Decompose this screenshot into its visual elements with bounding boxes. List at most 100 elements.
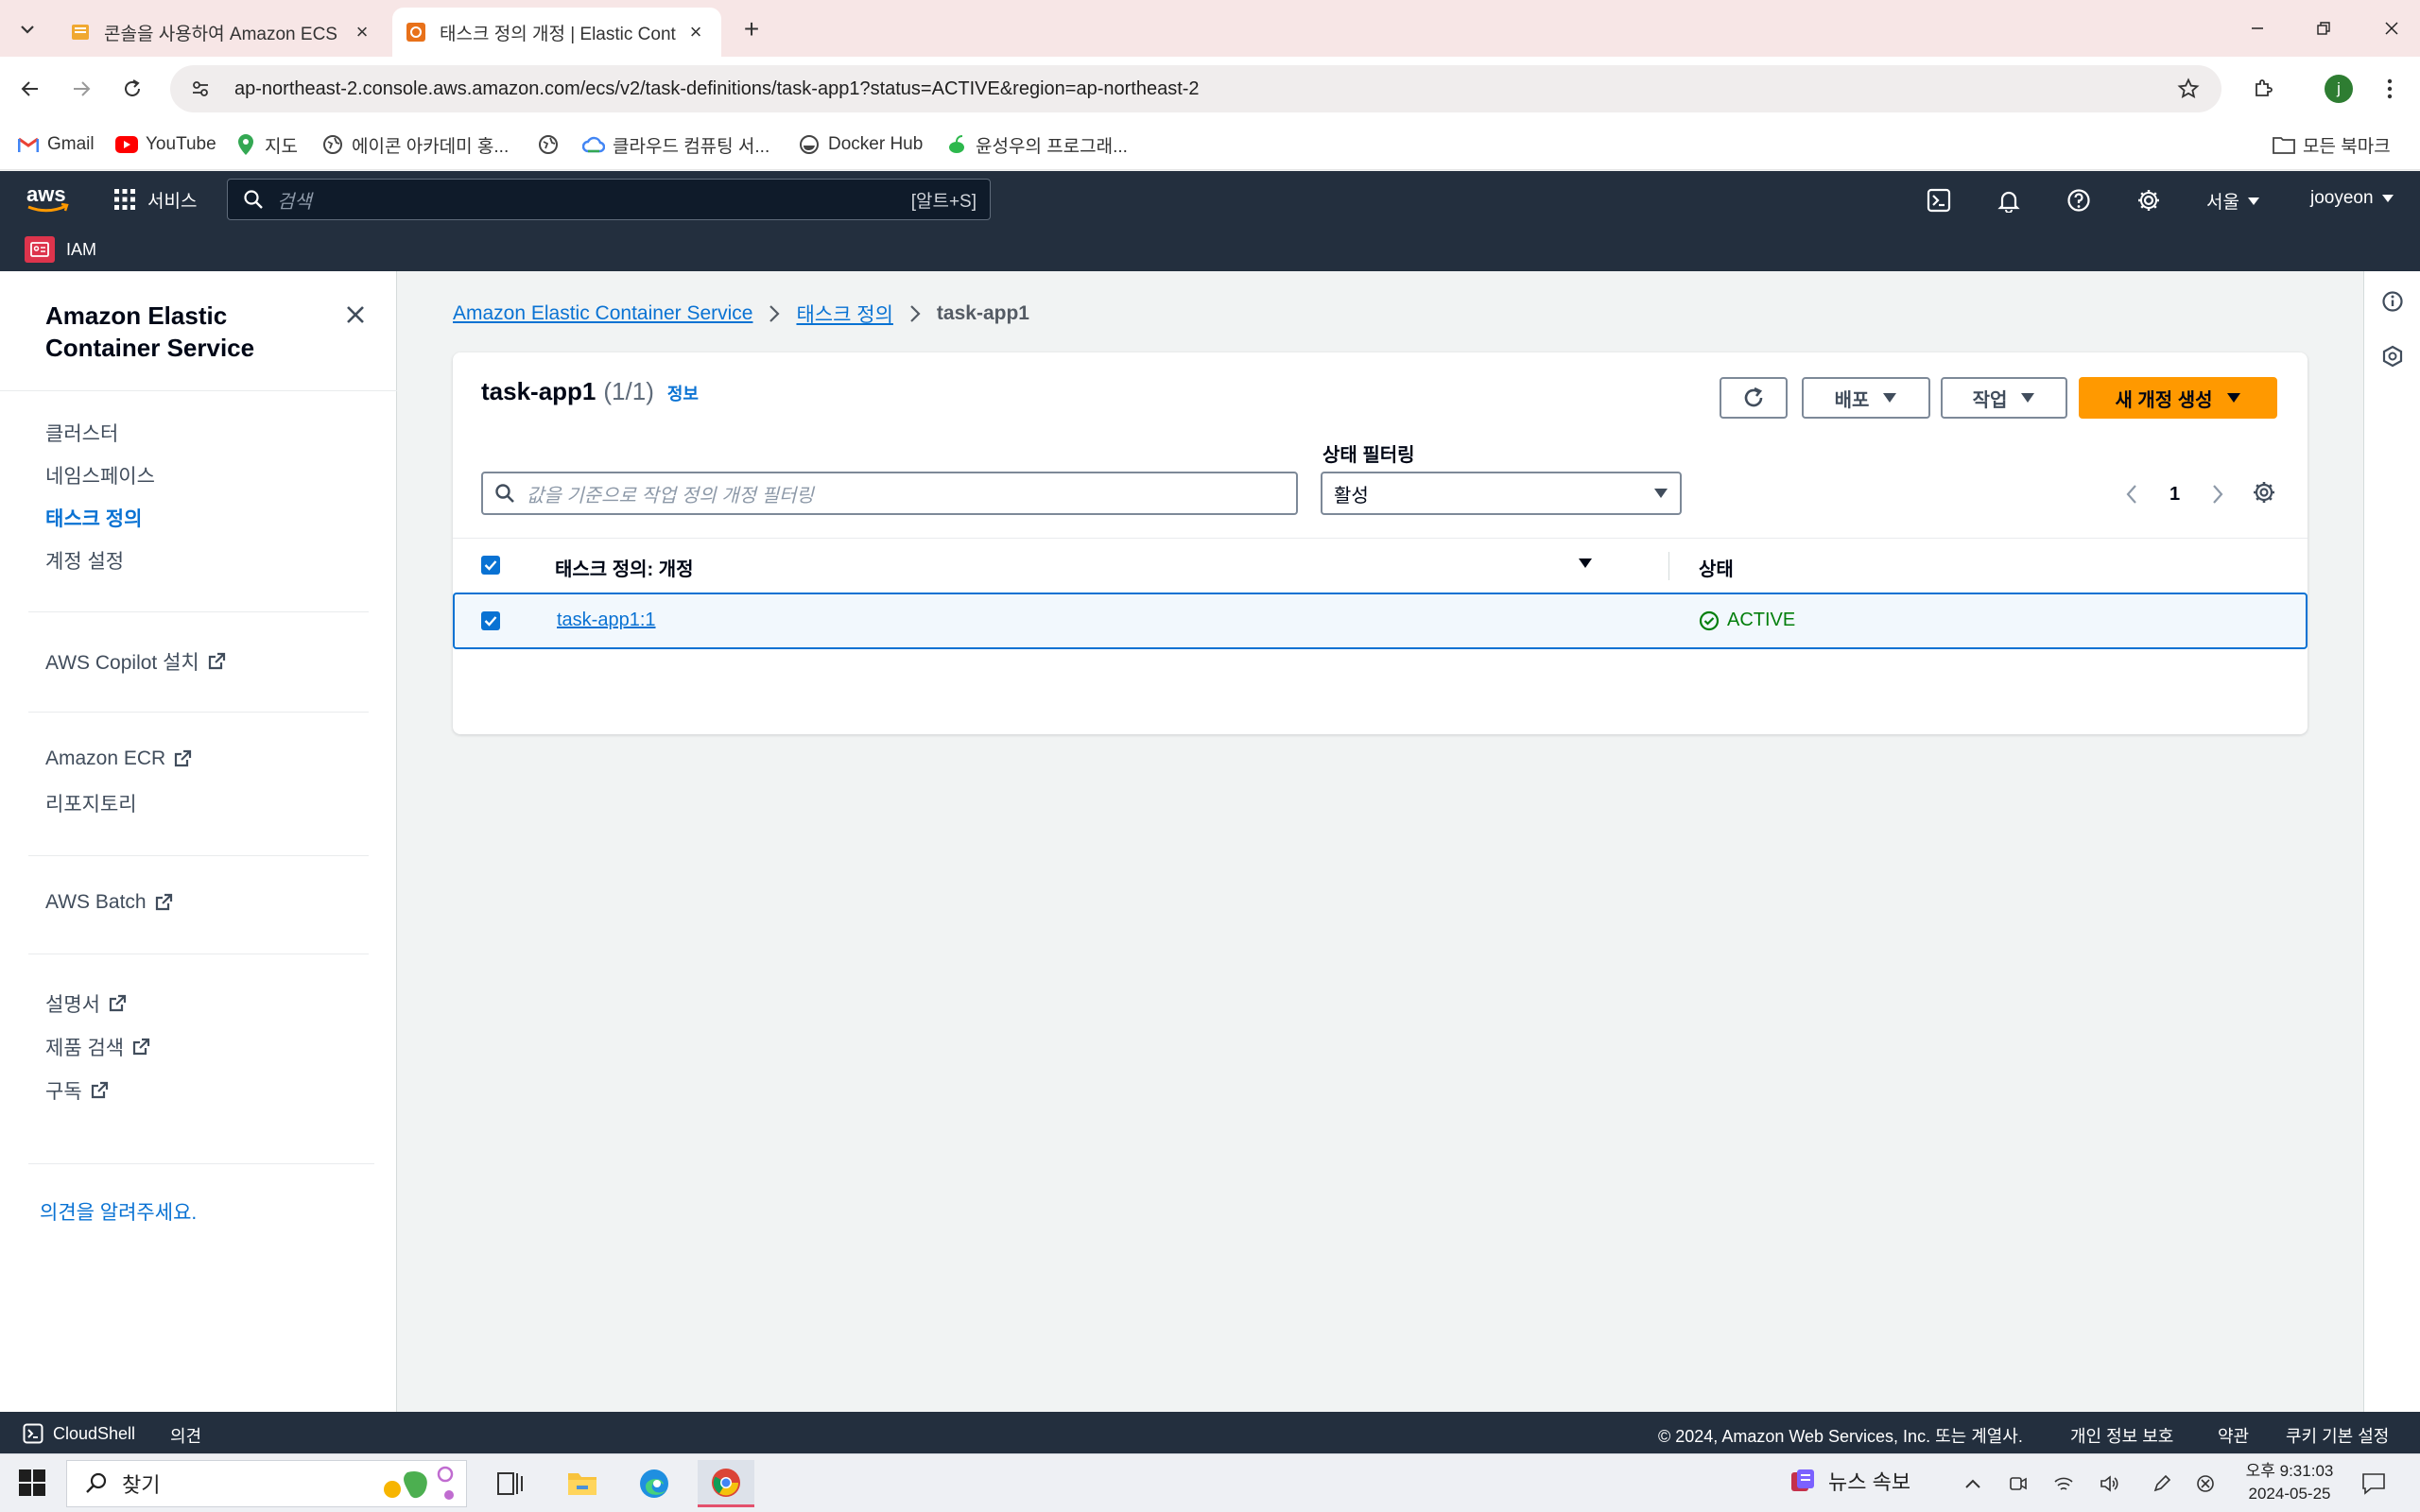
bookmark-cloud-computing[interactable]: 클라우드 컴퓨팅 서... [582,130,769,159]
footer-feedback-link[interactable]: 의견 [170,1423,201,1448]
profile-button[interactable]: j [2320,70,2358,108]
chevron-down-icon [21,26,34,34]
notifications-button[interactable] [1993,184,2025,216]
bookmark-acorn-academy[interactable]: 에이콘 아카데미 홍... [321,130,509,159]
refresh-button[interactable] [1720,377,1788,419]
cookie-preferences-link[interactable]: 쿠키 기본 설정 [2286,1423,2389,1448]
meet-now-tray-icon[interactable] [2004,1469,2032,1498]
pen-tray-icon[interactable] [2148,1469,2176,1498]
reload-button[interactable] [113,70,151,108]
services-menu-button[interactable]: 서비스 [113,184,197,215]
browser-menu-button[interactable] [2371,70,2409,108]
revision-link[interactable]: task-app1:1 [557,610,656,631]
windows-start-button[interactable] [17,1468,47,1498]
news-widget[interactable]: 뉴스 속보 [1789,1466,1910,1496]
sidenav-link-batch[interactable]: AWS Batch [45,891,173,914]
sidenav-link-ecr[interactable]: Amazon ECR [45,747,192,770]
select-all-checkbox[interactable] [481,556,500,575]
browser-tab-task-definition[interactable]: 태스크 정의 개정 | Elastic Cont × [392,8,721,57]
cloudshell-footer-button[interactable]: CloudShell [23,1423,135,1444]
info-panel-button[interactable] [2377,286,2408,317]
table-preferences-button[interactable] [2249,477,2279,507]
sidenav-item-account-settings[interactable]: 계정 설정 [45,546,124,575]
column-header-revision[interactable]: 태스크 정의: 개정 [555,554,694,581]
chrome-browser-button[interactable] [698,1460,754,1507]
deploy-button[interactable]: 배포 [1802,377,1930,419]
back-button[interactable] [11,70,49,108]
notification-center-button[interactable] [2360,1469,2388,1498]
breadcrumb-ecs[interactable]: Amazon Elastic Container Service [453,302,752,325]
bookmark-docker-hub[interactable]: Docker Hub [798,130,923,159]
restore-window-button[interactable] [2295,9,2352,47]
aws-logo[interactable]: aws [25,182,72,216]
url-text: ap-northeast-2.console.aws.amazon.com/ec… [234,77,1200,99]
sidenav-link-copilot[interactable]: AWS Copilot 설치 [45,647,226,676]
close-tab-icon[interactable]: × [683,20,708,44]
settings-button[interactable] [2133,184,2165,216]
revision-filter-input[interactable]: 값을 기준으로 작업 정의 개정 필터링 [481,472,1298,515]
bookmark-label: 지도 [265,136,298,157]
status-filter-label: 상태 필터링 [1322,445,1415,466]
edge-browser-button[interactable] [626,1460,683,1507]
aws-search-input[interactable]: 검색 [알트+S] [227,179,991,220]
file-explorer-button[interactable] [554,1460,611,1507]
show-hidden-icons-button[interactable] [1959,1469,1987,1498]
address-bar[interactable]: ap-northeast-2.console.aws.amazon.com/ec… [170,65,2221,112]
all-bookmarks-folder[interactable]: 모든 북마크 [2273,130,2391,159]
puzzle-icon [2256,79,2273,96]
bookmark-youtube[interactable]: YouTube [115,130,216,159]
next-page-button[interactable] [2203,479,2233,509]
new-tab-button[interactable]: + [735,13,768,45]
bookmark-gmail[interactable]: Gmail [17,130,95,159]
sidenav-title[interactable]: Amazon Elastic Container Service [45,300,329,364]
volume-tray-icon[interactable] [2095,1469,2123,1498]
favorite-iam[interactable]: IAM [25,235,96,264]
taskbar-search-box[interactable]: 찾기 [66,1460,467,1507]
sidenav-link-discover-products[interactable]: 제품 검색 [45,1033,150,1061]
current-page[interactable]: 1 [2169,484,2180,506]
extensions-button[interactable] [2244,70,2282,108]
cloudshell-button[interactable] [1923,184,1955,216]
sidenav-item-clusters[interactable]: 클러스터 [45,419,118,447]
actions-button[interactable]: 작업 [1941,377,2067,419]
account-menu[interactable]: jooyeon [2310,188,2394,209]
sidenav-link-subscriptions[interactable]: 구독 [45,1076,109,1105]
breadcrumb-task-definitions[interactable]: 태스크 정의 [796,300,892,328]
privacy-link[interactable]: 개인 정보 보호 [2070,1423,2173,1448]
row-checkbox[interactable] [481,611,500,630]
bookmark-globe[interactable] [537,130,567,159]
close-tab-icon[interactable]: × [350,20,374,44]
feedback-link[interactable]: 의견을 알려주세요. [40,1197,197,1226]
sort-descending-icon[interactable] [1578,558,1593,569]
help-button[interactable] [2063,184,2095,216]
bookmark-programming[interactable]: 윤성우의 프로그래... [945,130,1128,159]
create-new-revision-button[interactable]: 새 개정 생성 [2079,377,2277,419]
minimize-window-button[interactable] [2229,9,2286,47]
terms-link[interactable]: 약관 [2218,1423,2249,1448]
sidenav-item-namespaces[interactable]: 네임스페이스 [45,461,155,490]
info-link[interactable]: 정보 [667,381,699,405]
column-header-status[interactable]: 상태 [1699,554,1734,581]
forward-button[interactable] [62,70,100,108]
tab-search-button[interactable] [11,13,43,45]
table-row[interactable]: task-app1:1 ACTIVE [453,593,2308,649]
region-selector[interactable]: 서울 [2206,188,2260,214]
close-sidenav-button[interactable] [340,300,371,330]
network-tray-icon[interactable] [2049,1469,2078,1498]
copyright-text: © 2024, Amazon Web Services, Inc. 또는 계열사… [1658,1427,2023,1446]
system-clock[interactable]: 오후 9:31:03 2024-05-25 [2233,1460,2346,1505]
close-window-button[interactable] [2363,9,2420,47]
browser-tab-ecs-docs[interactable]: 콘솔을 사용하여 Amazon ECS × [57,8,388,57]
sidenav-item-repositories[interactable]: 리포지토리 [45,789,137,817]
site-info-icon[interactable] [180,68,221,110]
task-view-button[interactable] [482,1460,539,1507]
column-divider[interactable] [1668,552,1669,580]
ime-tray-icon[interactable] [2191,1469,2220,1498]
ai-assistant-button[interactable] [2377,341,2408,371]
status-filter-select[interactable]: 활성 [1321,472,1682,515]
sidenav-link-documentation[interactable]: 설명서 [45,989,127,1018]
previous-page-button[interactable] [2117,479,2147,509]
sidenav-item-task-definitions[interactable]: 태스크 정의 [45,504,142,532]
bookmark-star-icon[interactable] [2174,75,2203,103]
bookmark-maps[interactable]: 지도 [234,130,298,159]
